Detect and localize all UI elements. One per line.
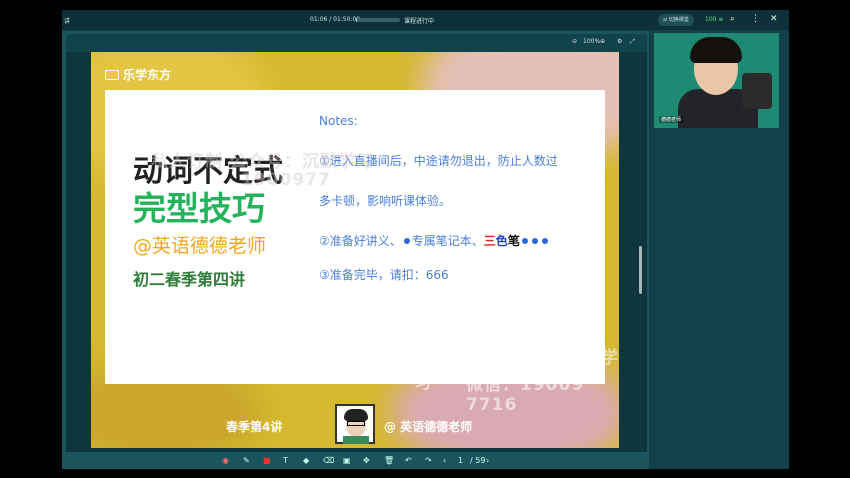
slide-footer: 春季第4讲 @ 英语德德老师 — [91, 404, 619, 448]
note-2-start: ②准备好讲义、 — [319, 234, 402, 248]
settings-icon[interactable]: ⚙ — [617, 38, 622, 45]
camera-microphone — [742, 73, 772, 109]
classroom-window: 讲 01:06 / 01:50:00 课程进行中 ⇄ 切换课堂 100 ≡ ⌕ … — [62, 10, 789, 469]
color-icon[interactable]: ■ — [263, 456, 271, 466]
page-total: / 59 — [470, 456, 486, 465]
note-2-middle: 专属笔记本、 — [411, 234, 484, 248]
page-number: 1 — [458, 456, 464, 465]
teacher-camera: 德德老师 — [654, 33, 779, 128]
footer-lesson: 春季第4讲 — [226, 420, 283, 434]
note-2-blue-char: 色 — [495, 234, 508, 248]
record-icon[interactable]: ◉ — [222, 456, 229, 466]
brand-logo: 乐学东方 — [105, 66, 171, 83]
bullet-dot-icon — [541, 238, 548, 244]
next-page-icon[interactable]: › — [486, 456, 489, 466]
bullet-dot-icon — [521, 238, 528, 244]
brand-name: 乐学东方 — [123, 68, 172, 82]
zoom-level: 100% — [583, 38, 601, 45]
teacher-handle: @英语德德老师 — [133, 235, 267, 257]
shape-icon[interactable]: ◆ — [303, 456, 309, 466]
redo-icon[interactable]: ↷ — [425, 456, 432, 466]
more-icon[interactable]: ⋮ — [751, 14, 760, 24]
zoom-out-icon[interactable]: ⊖ — [572, 38, 577, 45]
class-status: 课程进行中 — [404, 18, 435, 25]
camera-hair — [690, 37, 742, 63]
camera-name-tag: 德德老师 — [659, 116, 684, 123]
progress-fill — [356, 18, 357, 22]
teacher-cartoon-avatar — [335, 404, 375, 444]
book-icon — [105, 70, 119, 80]
stage-area: ⊖ 100% ⊕ ⚙ ⤢ V2.4.1 乐学东方 动词不定式 完型技巧 @英语德… — [62, 31, 649, 469]
avatar-glasses — [347, 421, 365, 426]
title-card: 动词不定式 完型技巧 @英语德德老师 初二春季第四讲 Notes: ①进入直播间… — [105, 90, 605, 384]
watermark-number: 1900977 — [241, 170, 331, 190]
close-icon[interactable]: ✕ — [770, 14, 778, 24]
drawing-toolbar: ◉ ✎ ■ T ◆ ⌫ ▣ ✥ 🗑 ↶ ↷ ‹ 1 / 59 › — [62, 455, 649, 469]
top-bar: 讲 01:06 / 01:50:00 课程进行中 ⇄ 切换课堂 100 ≡ ⌕ … — [62, 10, 789, 30]
course-label: 初二春季第四讲 — [133, 270, 246, 289]
window-title: 讲 — [64, 18, 71, 25]
delete-icon[interactable]: 🗑 — [384, 456, 394, 466]
notes-heading: Notes: — [319, 114, 358, 128]
note-2: ②准备好讲义、 专属笔记本、三色笔 — [319, 232, 550, 249]
avatar-body — [343, 436, 369, 444]
screenshot-icon[interactable]: ▣ — [343, 456, 351, 466]
fullscreen-icon[interactable]: ⤢ — [630, 38, 635, 46]
progress-bar[interactable] — [356, 18, 400, 22]
zoom-icon[interactable]: ⌕ — [730, 14, 735, 24]
note-3: ③准备完毕，请扣：666 — [319, 268, 449, 282]
note-2-end: 笔 — [507, 234, 520, 248]
prev-page-icon[interactable]: ‹ — [443, 456, 446, 466]
bullet-dot-icon — [531, 238, 538, 244]
note-1-cont: 多卡顿，影响听课体验。 — [319, 194, 452, 208]
avatar-hair — [344, 409, 368, 421]
note-2-red-char: 三 — [483, 234, 496, 248]
eraser-icon[interactable]: ⌫ — [323, 456, 334, 466]
watermark-text: 私人订制 公众号：沉默学习 — [151, 152, 374, 172]
move-icon[interactable]: ✥ — [363, 456, 370, 466]
zoom-in-icon[interactable]: ⊕ — [600, 38, 605, 45]
undo-icon[interactable]: ↶ — [405, 456, 412, 466]
footer-teacher: @ 英语德德老师 — [384, 420, 473, 434]
playback-time: 01:06 / 01:50:00 — [310, 16, 361, 23]
bullet-dot-icon — [403, 238, 410, 244]
slide: 乐学东方 动词不定式 完型技巧 @英语德德老师 初二春季第四讲 Notes: ①… — [91, 52, 619, 448]
text-icon[interactable]: T — [283, 456, 288, 466]
network-indicator: 100 ≡ — [705, 16, 724, 23]
vertical-scrollbar[interactable] — [639, 246, 642, 294]
switch-class-button[interactable]: ⇄ 切换课堂 — [658, 14, 694, 26]
pen-icon[interactable]: ✎ — [243, 456, 250, 466]
slide-header-bar: ⊖ 100% ⊕ ⚙ ⤢ V2.4.1 — [66, 34, 647, 62]
